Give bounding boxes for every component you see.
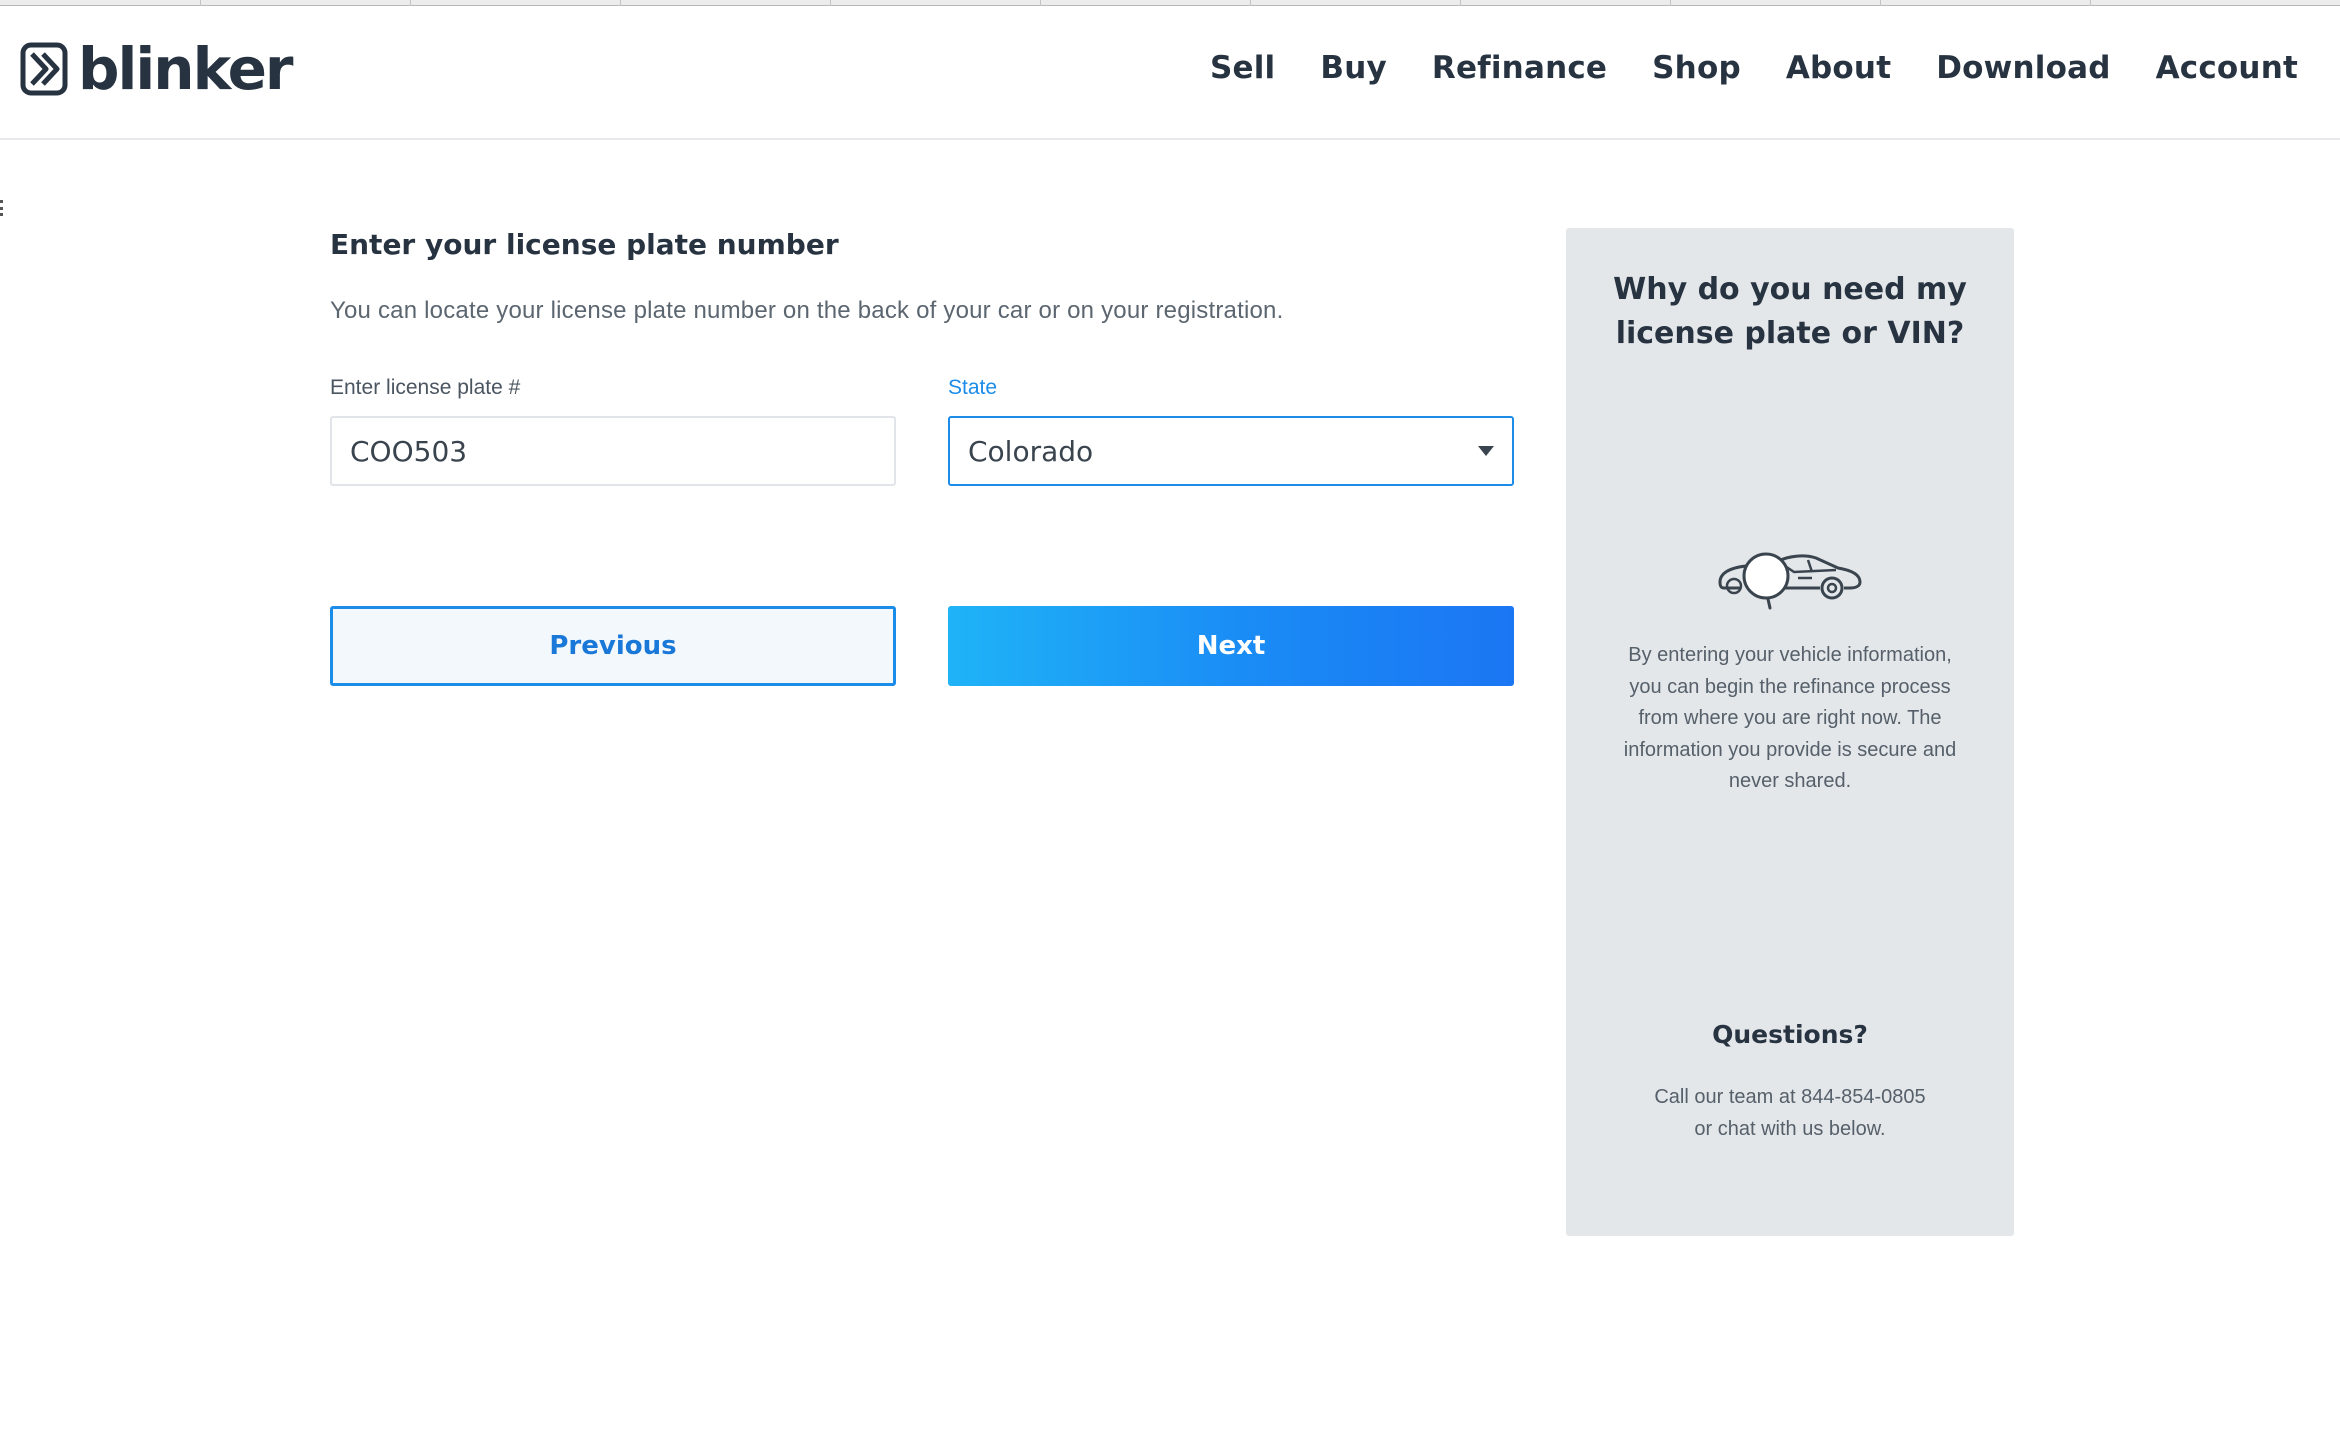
license-plate-form: Enter your license plate number You can …: [330, 228, 1515, 686]
questions-line: Call our team at 844-854-0805: [1654, 1086, 1926, 1108]
license-plate-input[interactable]: [330, 416, 896, 486]
form-subtitle: You can locate your license plate number…: [330, 297, 1284, 324]
nav-buy[interactable]: Buy: [1320, 50, 1387, 86]
state-select[interactable]: Colorado: [948, 416, 1514, 486]
side-title-line: license plate or VIN?: [1615, 316, 1965, 351]
blinker-logo-icon: [20, 42, 68, 96]
side-panel-body: By entering your vehicle information, yo…: [1602, 640, 1978, 798]
state-field: State Colorado: [948, 376, 1514, 486]
nav-shop[interactable]: Shop: [1652, 50, 1741, 86]
plate-field: Enter license plate #: [330, 376, 896, 486]
state-select-value: Colorado: [968, 434, 1094, 468]
main-nav: Sell Buy Refinance Shop About Download A…: [1165, 50, 2298, 86]
logo-text: blinker: [78, 35, 294, 103]
questions-line: or chat with us below.: [1694, 1117, 1886, 1140]
left-edge-marker: [0, 200, 4, 216]
side-panel-title: Why do you need my license plate or VIN?: [1606, 268, 1974, 356]
side-body-line: you can begin the refinance process: [1629, 675, 1951, 698]
side-body-line: By entering your vehicle information,: [1628, 644, 1952, 666]
side-body-line: never shared.: [1728, 770, 1852, 792]
questions-title: Questions?: [1712, 1020, 1868, 1049]
nav-account[interactable]: Account: [2156, 50, 2298, 86]
plate-label: Enter license plate #: [330, 376, 521, 399]
nav-refinance[interactable]: Refinance: [1432, 50, 1607, 86]
site-header: blinker Sell Buy Refinance Shop About Do…: [0, 6, 2340, 140]
car-magnifier-icon: [1718, 552, 1862, 610]
questions-body: Call our team at 844-854-0805 or chat wi…: [1602, 1082, 1978, 1145]
nav-sell[interactable]: Sell: [1210, 50, 1275, 86]
state-label: State: [948, 376, 998, 399]
previous-button[interactable]: Previous: [330, 606, 896, 686]
blinker-logo[interactable]: blinker: [20, 34, 294, 104]
info-side-panel: Why do you need my license plate or VIN?…: [1566, 228, 2014, 1236]
form-title: Enter your license plate number: [330, 228, 839, 261]
nav-about[interactable]: About: [1786, 50, 1891, 86]
nav-download[interactable]: Download: [1936, 50, 2110, 86]
caret-down-icon: [1478, 446, 1494, 456]
side-body-line: from where you are right now. The: [1638, 707, 1942, 729]
next-button[interactable]: Next: [948, 606, 1514, 686]
side-title-line: Why do you need my: [1613, 272, 1967, 307]
side-body-line: information you provide is secure and: [1623, 738, 1957, 761]
